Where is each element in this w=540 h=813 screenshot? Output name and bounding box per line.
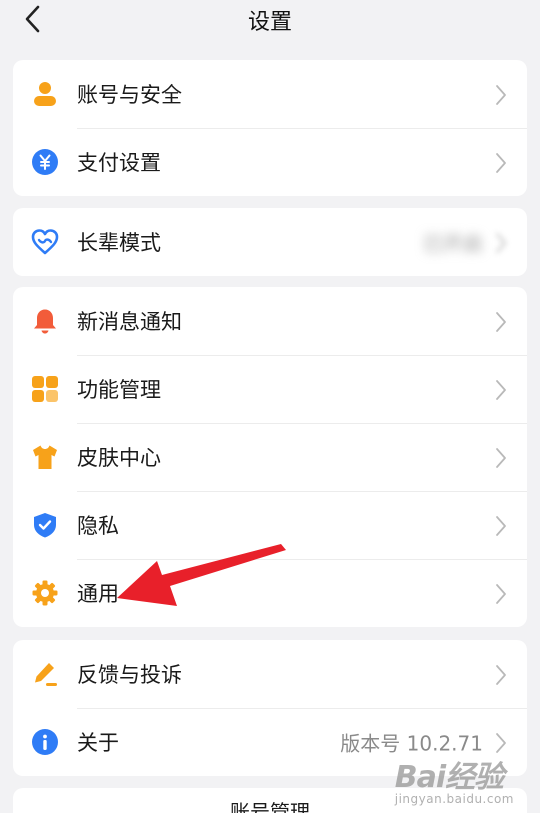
row-label: 账号与安全 xyxy=(77,83,182,107)
grid-icon xyxy=(32,376,58,402)
shield-icon xyxy=(34,513,56,538)
row-label: 皮肤中心 xyxy=(77,446,161,470)
watermark-url: jingyan.baidu.com xyxy=(394,792,514,806)
heart-icon xyxy=(31,229,59,255)
row-label: 隐私 xyxy=(77,514,119,538)
row-label: 反馈与投诉 xyxy=(77,663,182,687)
info-icon xyxy=(32,729,58,755)
row-label: 功能管理 xyxy=(77,378,161,402)
row-notifications[interactable]: 新消息通知 xyxy=(13,287,527,355)
row-privacy[interactable]: 隐私 xyxy=(13,491,527,559)
chevron-right-icon xyxy=(496,448,506,468)
row-skin-center[interactable]: 皮肤中心 xyxy=(13,423,527,491)
chevron-right-icon xyxy=(496,665,506,685)
header: 设置 xyxy=(0,0,540,44)
chevron-right-icon xyxy=(496,380,506,400)
chevron-right-icon xyxy=(496,733,506,753)
bell-icon xyxy=(34,309,56,334)
row-label: 关于 xyxy=(77,731,119,755)
row-feature-management[interactable]: 功能管理 xyxy=(13,355,527,423)
row-account-security[interactable]: 账号与安全 xyxy=(13,60,527,128)
chevron-right-icon xyxy=(496,516,506,536)
settings-group-account: 账号与安全 支付设置 xyxy=(13,60,527,196)
watermark: Bai经验 jingyan.baidu.com xyxy=(395,752,514,806)
row-general[interactable]: 通用 xyxy=(13,559,527,627)
chevron-right-icon xyxy=(496,233,506,253)
chevron-right-icon xyxy=(496,312,506,332)
user-icon xyxy=(34,82,56,106)
yuan-icon xyxy=(32,149,58,175)
row-label: 新消息通知 xyxy=(77,310,182,334)
row-label: 支付设置 xyxy=(77,151,161,175)
page-title: 设置 xyxy=(247,10,292,35)
row-elder-mode[interactable]: 长辈模式 已开启 xyxy=(13,208,527,276)
row-payment-settings[interactable]: 支付设置 xyxy=(13,128,527,196)
gear-icon xyxy=(32,580,58,606)
chevron-right-icon xyxy=(496,584,506,604)
chevron-right-icon xyxy=(496,85,506,105)
row-feedback[interactable]: 反馈与投诉 xyxy=(13,640,527,708)
pencil-icon xyxy=(35,663,57,686)
settings-group-general: 新消息通知 功能管理 皮肤中心 隐私 通用 xyxy=(13,287,527,627)
shirt-icon xyxy=(33,445,57,469)
row-label: 通用 xyxy=(77,582,119,606)
watermark-logo: Bai经验 xyxy=(394,760,504,795)
settings-group-elder: 长辈模式 已开启 xyxy=(13,208,527,276)
row-label: 长辈模式 xyxy=(77,231,161,255)
elder-mode-status: 已开启 xyxy=(423,231,483,256)
chevron-right-icon xyxy=(496,153,506,173)
